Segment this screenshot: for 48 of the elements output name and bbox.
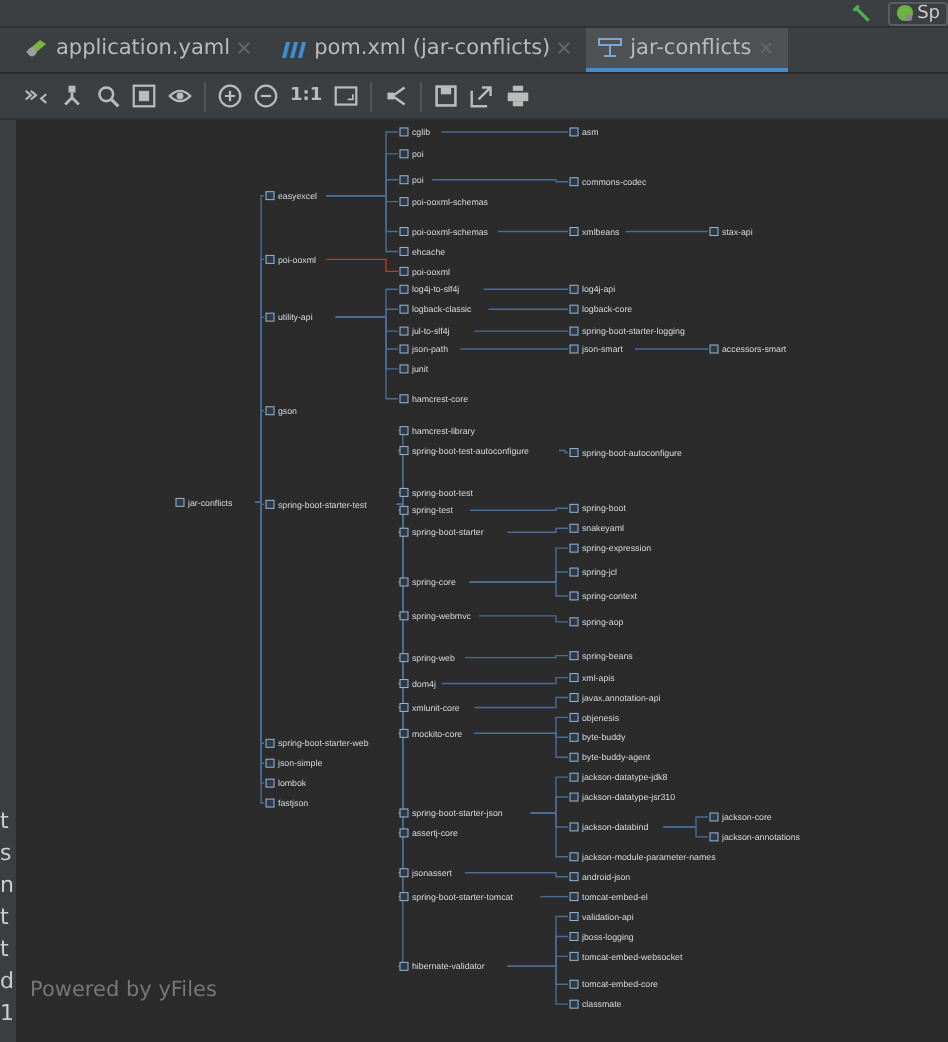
print-icon[interactable] bbox=[506, 84, 531, 108]
cut-off-text: s bbox=[0, 840, 14, 866]
editor-tab[interactable]: jar-conflicts bbox=[586, 28, 788, 72]
connector-line bbox=[539, 895, 569, 898]
editor-tab[interactable]: pom.xml (jar-conflicts) bbox=[266, 28, 587, 72]
zoom-out-icon[interactable] bbox=[254, 84, 278, 108]
cut-off-text: t bbox=[0, 936, 11, 962]
hierarchy-icon[interactable] bbox=[60, 84, 84, 108]
zoom-in-icon[interactable] bbox=[218, 84, 242, 108]
run-config-button[interactable]: Sp bbox=[887, 1, 948, 25]
connector-line bbox=[497, 230, 569, 233]
layout-icon[interactable] bbox=[384, 84, 409, 108]
editor-tab[interactable]: application.yaml bbox=[12, 28, 267, 72]
eye-icon[interactable] bbox=[168, 84, 192, 108]
connector-line bbox=[440, 676, 569, 685]
connector-line bbox=[464, 872, 569, 878]
connector-line bbox=[634, 348, 709, 350]
connector-line bbox=[478, 615, 569, 623]
connector-line bbox=[459, 348, 569, 350]
build-icon[interactable] bbox=[851, 3, 872, 23]
connector-line bbox=[624, 230, 709, 233]
cut-off-text: t bbox=[0, 904, 11, 930]
powered-by-text: Powered by yFiles bbox=[30, 978, 217, 1002]
connector-line bbox=[487, 308, 569, 310]
connector-line bbox=[440, 131, 569, 133]
collapse-icon[interactable] bbox=[24, 84, 48, 108]
cut-off-text: t bbox=[0, 808, 11, 834]
export-icon[interactable] bbox=[470, 84, 495, 108]
zoom-search-icon[interactable] bbox=[96, 84, 120, 108]
actual-size-button[interactable]: 1:1 bbox=[290, 86, 323, 106]
fit-page-icon[interactable] bbox=[334, 84, 359, 108]
connector-line bbox=[469, 507, 569, 511]
connector-line bbox=[473, 696, 569, 709]
diagram-icon bbox=[598, 38, 623, 58]
fit-content-icon[interactable] bbox=[132, 84, 156, 108]
save-icon[interactable] bbox=[434, 84, 459, 108]
connector-line bbox=[473, 330, 569, 332]
connector-line bbox=[558, 449, 569, 454]
maven-icon bbox=[278, 39, 307, 57]
spring-leaf-icon bbox=[895, 4, 914, 22]
connector-line bbox=[506, 527, 569, 533]
connector-line bbox=[483, 288, 569, 290]
connector-line bbox=[431, 179, 569, 183]
cut-off-text: 1 bbox=[0, 1000, 16, 1026]
connector-line bbox=[464, 654, 569, 659]
yaml-file-icon bbox=[24, 38, 48, 58]
cut-off-text: d bbox=[0, 968, 16, 994]
cut-off-text: n bbox=[0, 872, 16, 898]
